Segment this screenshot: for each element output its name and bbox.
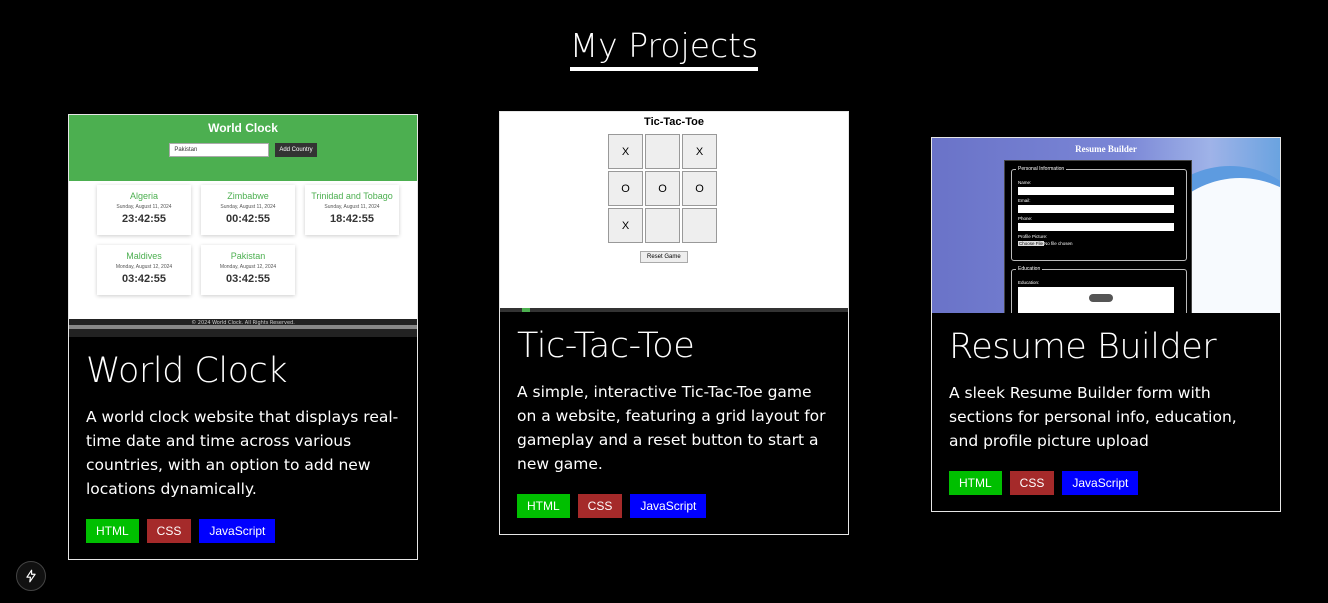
- wc-date: Sunday, August 11, 2024: [116, 204, 172, 210]
- tag-javascript: JavaScript: [199, 519, 276, 543]
- wc-clock-card: Algeria Sunday, August 11, 2024 23:42:55: [97, 185, 191, 235]
- wc-taskbar: [69, 325, 417, 329]
- project-title: Resume Builder: [949, 327, 1217, 367]
- wc-clock-card: Zimbabwe Sunday, August 11, 2024 00:42:5…: [201, 185, 295, 235]
- tag-html: HTML: [517, 494, 570, 518]
- ttt-heading: Tic-Tac-Toe: [644, 116, 704, 128]
- rb-scroll-pill: [1089, 294, 1113, 302]
- rb-field-label: Email:: [1018, 198, 1031, 203]
- wc-clock-grid: Algeria Sunday, August 11, 2024 23:42:55…: [97, 185, 399, 295]
- card-body: Resume Builder A sleek Resume Builder fo…: [932, 313, 1280, 511]
- wc-header: World Clock Pakistan Add Country: [69, 115, 417, 181]
- tag-javascript: JavaScript: [630, 494, 707, 518]
- project-thumbnail: Resume Builder Personal Information Name…: [932, 138, 1280, 313]
- rb-file-button: Choose File: [1018, 241, 1045, 246]
- ttt-cell: X: [608, 208, 643, 243]
- rb-education-legend: Education: [1016, 266, 1043, 272]
- wc-add-button: Add Country: [275, 143, 317, 157]
- wc-date: Monday, August 12, 2024: [115, 264, 173, 270]
- ttt-cell: [645, 208, 680, 243]
- ttt-cell: O: [645, 171, 680, 206]
- project-card-tic-tac-toe[interactable]: Tic-Tac-Toe X X O O O X Reset Game Tic-T…: [499, 111, 849, 535]
- wc-country: Algeria: [129, 191, 158, 201]
- rb-education-fieldset: Education Education:: [1011, 266, 1187, 313]
- project-title: World Clock: [86, 351, 288, 391]
- wc-time: 23:42:55: [121, 213, 167, 225]
- ttt-cell: [682, 208, 717, 243]
- wc-country: Pakistan: [230, 251, 266, 261]
- dev-tools-button[interactable]: [16, 561, 46, 591]
- wc-clock-card: Maldives Monday, August 12, 2024 03:42:5…: [97, 245, 191, 295]
- ttt-taskbar: [500, 308, 848, 312]
- ttt-board: X X O O O X: [608, 134, 717, 243]
- wc-date: Sunday, August 11, 2024: [324, 204, 380, 210]
- rb-personal-legend: Personal Information: [1016, 166, 1067, 172]
- project-card-world-clock[interactable]: World Clock Pakistan Add Country Algeria…: [68, 114, 418, 560]
- ttt-reset-button: Reset Game: [640, 251, 688, 263]
- ttt-cell: O: [608, 171, 643, 206]
- tag-html: HTML: [949, 471, 1002, 495]
- tag-html: HTML: [86, 519, 139, 543]
- tag-javascript: JavaScript: [1062, 471, 1139, 495]
- card-body: World Clock A world clock website that d…: [69, 337, 417, 559]
- wc-country: Maldives: [126, 251, 162, 261]
- rb-personal-fieldset: Personal Information Name: Email: Phone:…: [1011, 166, 1187, 261]
- wc-time: 03:42:55: [121, 273, 167, 285]
- project-description: A simple, interactive Tic-Tac-Toe game o…: [517, 383, 826, 473]
- ttt-cell: X: [608, 134, 643, 169]
- tag-list: HTML CSS JavaScript: [949, 471, 1263, 495]
- ttt-cell: [645, 134, 680, 169]
- rb-phone-input: [1018, 223, 1174, 231]
- wc-clock-card: Pakistan Monday, August 12, 2024 03:42:5…: [201, 245, 295, 295]
- wc-time: 03:42:55: [225, 273, 271, 285]
- project-thumbnail: World Clock Pakistan Add Country Algeria…: [69, 115, 417, 337]
- rb-heading: Resume Builder: [1075, 144, 1137, 154]
- wc-time: 18:42:55: [329, 213, 375, 225]
- project-description: A sleek Resume Builder form with section…: [949, 384, 1237, 450]
- rb-file-status: No file chosen: [1044, 241, 1073, 246]
- project-thumbnail: Tic-Tac-Toe X X O O O X Reset Game: [500, 112, 848, 312]
- tag-list: HTML CSS JavaScript: [517, 494, 831, 518]
- project-card-resume-builder[interactable]: Resume Builder Personal Information Name…: [931, 137, 1281, 512]
- rb-name-input: [1018, 187, 1174, 195]
- tag-list: HTML CSS JavaScript: [86, 519, 400, 543]
- wc-country-select: Pakistan: [169, 143, 270, 157]
- page-title-wrap: My Projects: [0, 26, 1328, 71]
- tag-css: CSS: [577, 494, 623, 518]
- rb-field-label: Phone:: [1018, 216, 1033, 221]
- wc-time: 00:42:55: [225, 213, 271, 225]
- project-title: Tic-Tac-Toe: [517, 326, 695, 366]
- wc-heading: World Clock: [208, 121, 278, 135]
- ttt-cell: O: [682, 171, 717, 206]
- wc-date: Sunday, August 11, 2024: [220, 204, 276, 210]
- card-body: Tic-Tac-Toe A simple, interactive Tic-Ta…: [500, 312, 848, 534]
- wc-country: Trinidad and Tobago: [311, 191, 393, 201]
- rb-field-label: Education:: [1018, 280, 1040, 285]
- project-description: A world clock website that displays real…: [86, 408, 399, 498]
- rb-form: Personal Information Name: Email: Phone:…: [1004, 160, 1192, 313]
- rb-field-label: Profile Picture:: [1018, 234, 1048, 239]
- rb-email-input: [1018, 205, 1174, 213]
- page-title: My Projects: [569, 26, 759, 71]
- ttt-cell: X: [682, 134, 717, 169]
- tag-css: CSS: [1009, 471, 1055, 495]
- wc-country: Zimbabwe: [227, 191, 269, 201]
- wc-clock-card: Trinidad and Tobago Sunday, August 11, 2…: [305, 185, 399, 235]
- tag-css: CSS: [146, 519, 192, 543]
- rb-field-label: Name:: [1018, 180, 1032, 185]
- lightning-icon: [26, 569, 36, 583]
- wc-date: Monday, August 12, 2024: [219, 264, 277, 270]
